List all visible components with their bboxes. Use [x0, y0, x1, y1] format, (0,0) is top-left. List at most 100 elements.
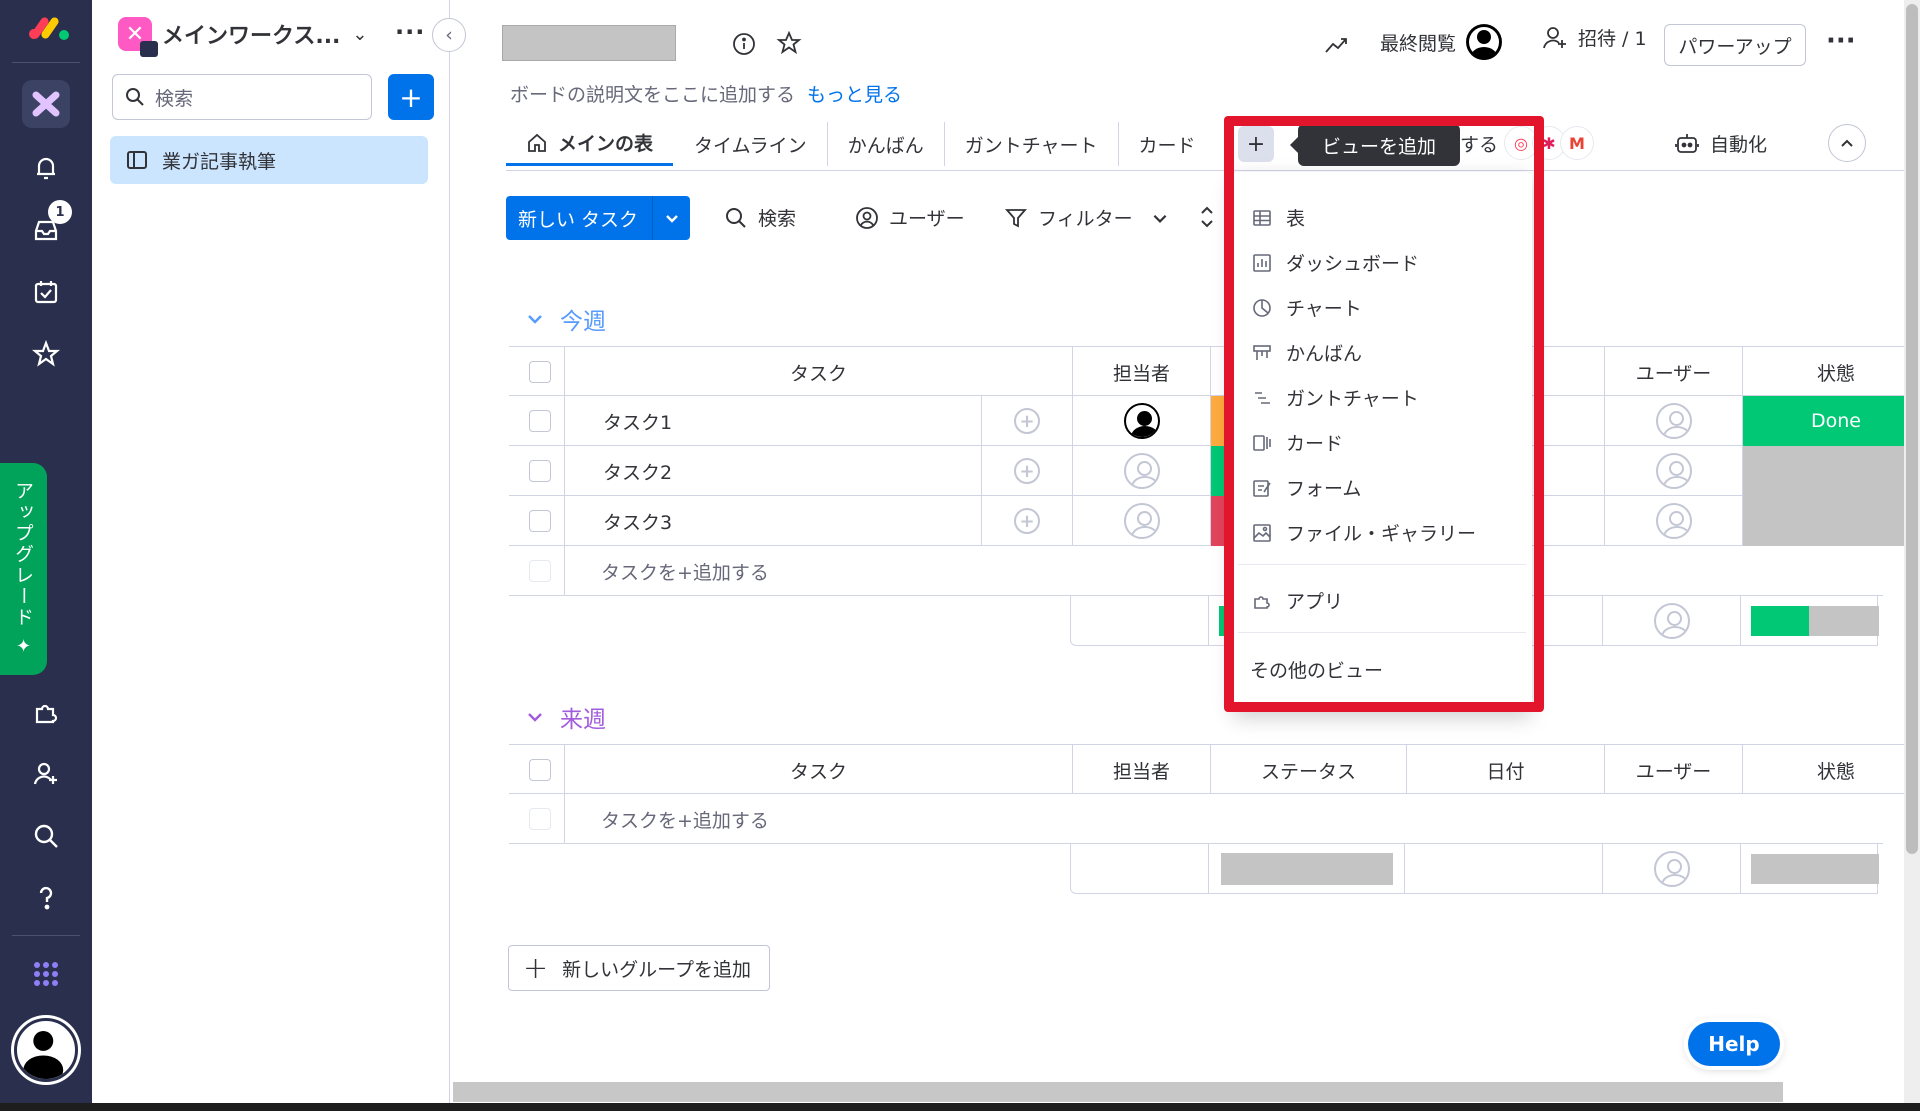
- user-cell[interactable]: [1605, 446, 1743, 496]
- checkbox[interactable]: [528, 361, 551, 383]
- tab-main-table[interactable]: メインの表: [506, 122, 674, 166]
- menu-item-chart[interactable]: チャート: [1252, 294, 1362, 321]
- owner-cell[interactable]: [1073, 396, 1211, 446]
- checkbox[interactable]: [528, 510, 551, 532]
- more-options-icon[interactable]: ···: [1826, 26, 1856, 56]
- updates-cell[interactable]: +: [981, 496, 1073, 546]
- apps-grid-icon[interactable]: [22, 950, 70, 998]
- workspace-icon[interactable]: [22, 80, 70, 128]
- toolbar-person-filter[interactable]: ユーザー: [855, 204, 965, 231]
- table-row[interactable]: タスク1 + Done: [509, 396, 1920, 446]
- add-task-row[interactable]: タスクを+追加する: [509, 794, 1883, 844]
- column-header-state[interactable]: 状態: [1743, 745, 1920, 795]
- user-cell[interactable]: [1605, 396, 1743, 446]
- activity-icon[interactable]: [1324, 34, 1350, 56]
- menu-item-file-gallery[interactable]: ファイル・ギャラリー: [1252, 519, 1476, 546]
- add-task-input[interactable]: タスクを+追加する: [565, 546, 1883, 596]
- table-row[interactable]: タスク3 +: [509, 496, 1920, 546]
- task-name-cell[interactable]: タスク2: [565, 446, 981, 496]
- more-link[interactable]: もっと見る: [807, 84, 902, 106]
- collapse-sidebar-button[interactable]: ‹: [432, 18, 466, 52]
- favorite-star-icon[interactable]: [776, 30, 802, 56]
- menu-item-form[interactable]: フォーム: [1252, 474, 1361, 501]
- column-header-user[interactable]: ユーザー: [1605, 347, 1743, 397]
- checkbox[interactable]: [528, 460, 551, 482]
- user-cell[interactable]: [1605, 496, 1743, 546]
- puzzle-icon[interactable]: [22, 688, 70, 736]
- new-task-button[interactable]: 新しい タスク: [506, 196, 690, 240]
- integration-icons[interactable]: ◎ ✱ M: [1504, 126, 1594, 160]
- horizontal-scrollbar[interactable]: [453, 1082, 1783, 1102]
- select-all-cell[interactable]: [515, 347, 565, 397]
- toolbar-search[interactable]: 検索: [724, 204, 796, 231]
- bell-icon[interactable]: [22, 144, 70, 192]
- chevron-down-icon[interactable]: [526, 708, 544, 726]
- add-update-icon[interactable]: +: [1014, 458, 1040, 484]
- sidebar-item-board[interactable]: 業ガ記事執筆: [110, 136, 428, 184]
- menu-item-other-views[interactable]: その他のビュー: [1250, 656, 1383, 683]
- tab-timeline[interactable]: タイムライン: [674, 122, 828, 166]
- state-cell[interactable]: [1743, 496, 1920, 546]
- help-question-icon[interactable]: [22, 874, 70, 922]
- tab-gantt[interactable]: ガントチャート: [945, 122, 1119, 166]
- add-update-icon[interactable]: +: [1014, 408, 1040, 434]
- task-name-cell[interactable]: タスク3: [565, 496, 981, 546]
- automate-button[interactable]: 自動化: [1674, 130, 1767, 157]
- column-header-task[interactable]: タスク: [565, 347, 1073, 397]
- row-select-cell[interactable]: [515, 396, 565, 446]
- add-group-button[interactable]: + 新しいグループを追加: [508, 945, 770, 991]
- integration-tab-label[interactable]: する: [1460, 130, 1498, 157]
- sidebar-search-input[interactable]: 検索: [112, 74, 372, 120]
- column-header-date[interactable]: 日付: [1407, 745, 1605, 795]
- menu-item-apps[interactable]: アプリ: [1252, 587, 1343, 614]
- row-select-cell[interactable]: [515, 446, 565, 496]
- chevron-down-icon[interactable]: [526, 310, 544, 328]
- workspace-switcher[interactable]: ✕ メインワークス... ⌄: [118, 14, 368, 57]
- group-title-this-week[interactable]: 今週: [526, 302, 606, 336]
- invite-button[interactable]: 招待 / 1: [1542, 24, 1647, 51]
- sort-icon[interactable]: [1198, 204, 1216, 230]
- search-icon[interactable]: [22, 812, 70, 860]
- add-item-button[interactable]: +: [388, 74, 434, 120]
- menu-item-gantt[interactable]: ガントチャート: [1252, 384, 1419, 411]
- star-icon[interactable]: [22, 330, 70, 378]
- info-icon[interactable]: [732, 32, 756, 56]
- updates-cell[interactable]: +: [981, 446, 1073, 496]
- column-header-owner[interactable]: 担当者: [1073, 347, 1211, 397]
- tab-cards[interactable]: カード: [1119, 122, 1216, 166]
- task-name-cell[interactable]: タスク1: [565, 396, 981, 446]
- vertical-scrollbar[interactable]: [1904, 0, 1920, 1103]
- scrollbar-thumb[interactable]: [1906, 4, 1918, 854]
- upgrade-button[interactable]: アップグレード ✦: [0, 463, 47, 675]
- column-header-status[interactable]: ステータス: [1211, 745, 1407, 795]
- menu-item-cards[interactable]: カード: [1252, 429, 1343, 456]
- invite-user-icon[interactable]: [22, 750, 70, 798]
- column-header-task[interactable]: タスク: [565, 745, 1073, 795]
- menu-item-dashboard[interactable]: ダッシュボード: [1252, 249, 1419, 276]
- add-update-icon[interactable]: +: [1014, 508, 1040, 534]
- toolbar-filter[interactable]: フィルター: [1004, 204, 1179, 231]
- owner-cell[interactable]: [1073, 496, 1211, 546]
- help-button[interactable]: Help: [1688, 1022, 1780, 1066]
- chevron-down-icon[interactable]: [652, 196, 690, 240]
- column-header-owner[interactable]: 担当者: [1073, 745, 1211, 795]
- select-all-cell[interactable]: [515, 745, 565, 795]
- board-title[interactable]: [502, 25, 676, 61]
- add-task-input[interactable]: タスクを+追加する: [565, 794, 1883, 844]
- checkbox[interactable]: [528, 759, 551, 781]
- tab-kanban[interactable]: かんばん: [828, 122, 945, 166]
- chevron-down-icon[interactable]: [1151, 209, 1169, 227]
- checkbox[interactable]: [528, 410, 551, 432]
- menu-item-kanban[interactable]: かんばん: [1252, 339, 1362, 366]
- collapse-header-button[interactable]: [1828, 124, 1866, 162]
- add-view-button[interactable]: +: [1238, 126, 1274, 162]
- menu-item-table[interactable]: 表: [1252, 204, 1305, 231]
- user-avatar[interactable]: [14, 1018, 78, 1082]
- monday-logo[interactable]: [26, 12, 70, 42]
- table-row[interactable]: タスク2 +: [509, 446, 1920, 496]
- state-cell[interactable]: Done: [1743, 396, 1920, 446]
- group-title-next-week[interactable]: 来週: [526, 700, 606, 734]
- last-viewed[interactable]: 最終閲覧: [1380, 24, 1503, 60]
- column-header-state[interactable]: 状態: [1743, 347, 1920, 397]
- board-description[interactable]: ボードの説明文をここに追加する もっと見る: [510, 80, 902, 107]
